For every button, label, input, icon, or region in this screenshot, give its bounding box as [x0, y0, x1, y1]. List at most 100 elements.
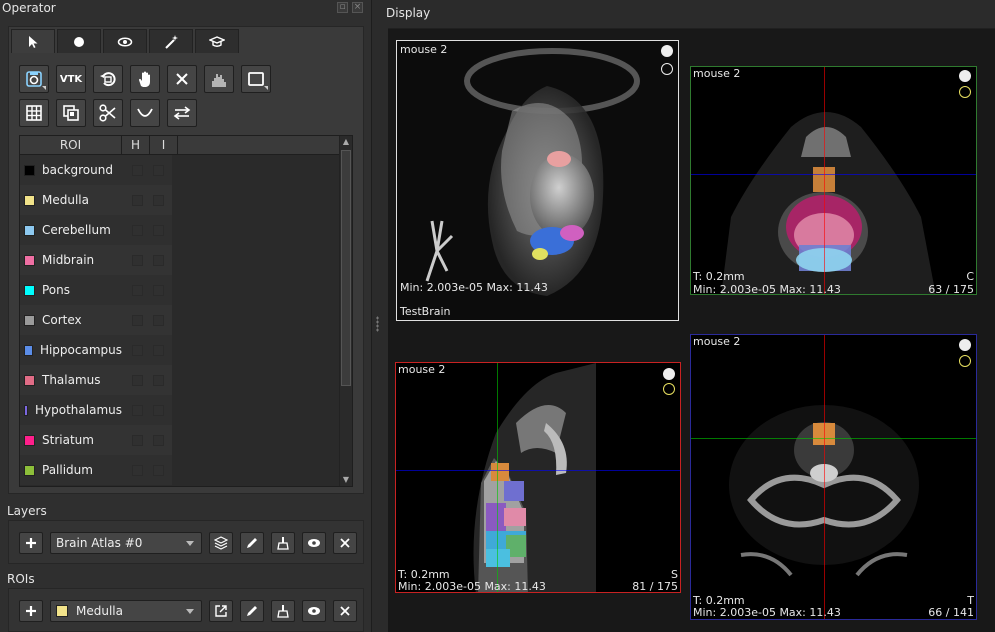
view-hollow-dot-icon[interactable]: [959, 355, 971, 367]
roi-interp-checkbox[interactable]: [153, 344, 164, 356]
add-roi-button[interactable]: [19, 600, 43, 622]
roi-row[interactable]: background: [20, 155, 352, 185]
roi-color-swatch[interactable]: [24, 224, 35, 236]
roi-name-cell[interactable]: background: [20, 155, 122, 185]
roi-name-cell[interactable]: Medulla: [20, 185, 122, 215]
cut-button[interactable]: [93, 99, 123, 127]
roi-hide-checkbox[interactable]: [132, 194, 143, 206]
view-filled-dot-icon[interactable]: [959, 70, 971, 82]
roi-interp-checkbox[interactable]: [153, 164, 164, 176]
vertical-crosshair[interactable]: [824, 67, 825, 294]
roi-hide-checkbox[interactable]: [132, 164, 143, 176]
remove-roi-button[interactable]: [333, 600, 357, 622]
clean-roi-button[interactable]: [271, 600, 295, 622]
view-filled-dot-icon[interactable]: [663, 368, 675, 380]
roi-hide-checkbox[interactable]: [132, 404, 143, 416]
roi-color-swatch[interactable]: [24, 404, 29, 416]
rotate-button[interactable]: [93, 65, 123, 93]
roi-name-cell[interactable]: Striatum: [20, 425, 122, 455]
roi-interp-checkbox[interactable]: [153, 224, 164, 236]
tab-eye[interactable]: [103, 29, 147, 53]
tab-pointer[interactable]: [11, 29, 55, 53]
layer-select[interactable]: Brain Atlas #0: [50, 532, 202, 554]
pan-button[interactable]: [130, 65, 160, 93]
roi-hide-checkbox[interactable]: [132, 434, 143, 446]
layer-stack-button[interactable]: [209, 532, 233, 554]
h-column-header[interactable]: H: [122, 136, 150, 154]
scroll-up-icon[interactable]: ▲: [340, 136, 352, 148]
edit-roi-button[interactable]: [240, 600, 264, 622]
roi-name-cell[interactable]: Pons: [20, 275, 122, 305]
roi-hide-checkbox[interactable]: [132, 344, 143, 356]
roi-name-cell[interactable]: Midbrain: [20, 245, 122, 275]
roi-color-swatch[interactable]: [24, 254, 35, 266]
vertical-crosshair[interactable]: [497, 363, 498, 592]
roi-hide-checkbox[interactable]: [132, 284, 143, 296]
roi-color-swatch[interactable]: [24, 434, 35, 446]
roi-interp-checkbox[interactable]: [153, 254, 164, 266]
toggle-layer-visibility-button[interactable]: [302, 532, 326, 554]
roi-row[interactable]: Thalamus: [20, 365, 352, 395]
coronal-view[interactable]: mouse 2 T: 0.2mm Min: 2.003e-05 Max: 11.…: [690, 66, 977, 295]
roi-color-swatch[interactable]: [24, 314, 35, 326]
view-filled-dot-icon[interactable]: [959, 339, 971, 351]
roi-color-swatch[interactable]: [24, 464, 35, 476]
roi-interp-checkbox[interactable]: [153, 284, 164, 296]
horizontal-crosshair[interactable]: [396, 470, 680, 471]
roi-hide-checkbox[interactable]: [132, 314, 143, 326]
sagittal-view[interactable]: mouse 2 T: 0.2mm Min: 2.003e-05 Max: 11.…: [395, 362, 681, 593]
roi-hide-checkbox[interactable]: [132, 374, 143, 386]
view-filled-dot-icon[interactable]: [661, 45, 673, 57]
roi-hide-checkbox[interactable]: [132, 464, 143, 476]
clean-layer-button[interactable]: [271, 532, 295, 554]
roi-name-cell[interactable]: Cerebellum: [20, 215, 122, 245]
tab-learn[interactable]: [195, 29, 239, 53]
remove-layer-button[interactable]: [333, 532, 357, 554]
view-hollow-dot-icon[interactable]: [663, 383, 675, 395]
roi-row[interactable]: Pons: [20, 275, 352, 305]
roi-name-cell[interactable]: Thalamus: [20, 365, 122, 395]
transverse-view[interactable]: mouse 2 T: 0.2mm Min: 2.003e-05 Max: 11.…: [690, 334, 977, 620]
roi-color-swatch[interactable]: [24, 344, 33, 356]
view-hollow-dot-icon[interactable]: [661, 63, 673, 75]
layers-copy-button[interactable]: [56, 99, 86, 127]
view-hollow-dot-icon[interactable]: [959, 86, 971, 98]
roi-interp-checkbox[interactable]: [153, 464, 164, 476]
roi-hide-checkbox[interactable]: [132, 224, 143, 236]
histogram-button[interactable]: [204, 65, 234, 93]
vertical-crosshair[interactable]: [824, 335, 825, 619]
horizontal-crosshair[interactable]: [691, 438, 976, 439]
roi-interp-checkbox[interactable]: [153, 374, 164, 386]
roi-color-swatch[interactable]: [24, 374, 35, 386]
tab-circle[interactable]: [57, 29, 101, 53]
roi-color-swatch[interactable]: [24, 194, 35, 206]
roi-interp-checkbox[interactable]: [153, 194, 164, 206]
roi-name-cell[interactable]: Pallidum: [20, 455, 122, 485]
save-image-button[interactable]: [19, 65, 49, 93]
roi-name-cell[interactable]: Cortex: [20, 305, 122, 335]
roi-scrollbar[interactable]: ▲ ▼: [339, 136, 352, 486]
roi-interp-checkbox[interactable]: [153, 404, 164, 416]
float-panel-button[interactable]: ▫: [337, 2, 348, 13]
roi-interp-checkbox[interactable]: [153, 434, 164, 446]
swap-button[interactable]: [167, 99, 197, 127]
vtk-button[interactable]: VTK: [56, 65, 86, 93]
roi-row[interactable]: Hippocampus: [20, 335, 352, 365]
render-3d-view[interactable]: mouse 2 Min: 2.003e-05 Max: 11.43 TestBr…: [396, 40, 679, 321]
panel-splitter-handle[interactable]: [376, 316, 379, 332]
roi-row[interactable]: Cerebellum: [20, 215, 352, 245]
table-button[interactable]: [19, 99, 49, 127]
roi-row[interactable]: Medulla: [20, 185, 352, 215]
roi-name-cell[interactable]: Hippocampus: [20, 335, 122, 365]
roi-hide-checkbox[interactable]: [132, 254, 143, 266]
roi-row[interactable]: Pallidum: [20, 455, 352, 485]
roi-color-swatch[interactable]: [24, 284, 35, 296]
curve-button[interactable]: [130, 99, 160, 127]
roi-select[interactable]: Medulla: [50, 600, 202, 622]
horizontal-crosshair[interactable]: [691, 174, 976, 175]
tab-wand[interactable]: [149, 29, 193, 53]
roi-color-swatch[interactable]: [24, 164, 35, 176]
roi-row[interactable]: Striatum: [20, 425, 352, 455]
close-panel-button[interactable]: ×: [352, 2, 363, 13]
roi-name-cell[interactable]: Hypothalamus: [20, 395, 122, 425]
